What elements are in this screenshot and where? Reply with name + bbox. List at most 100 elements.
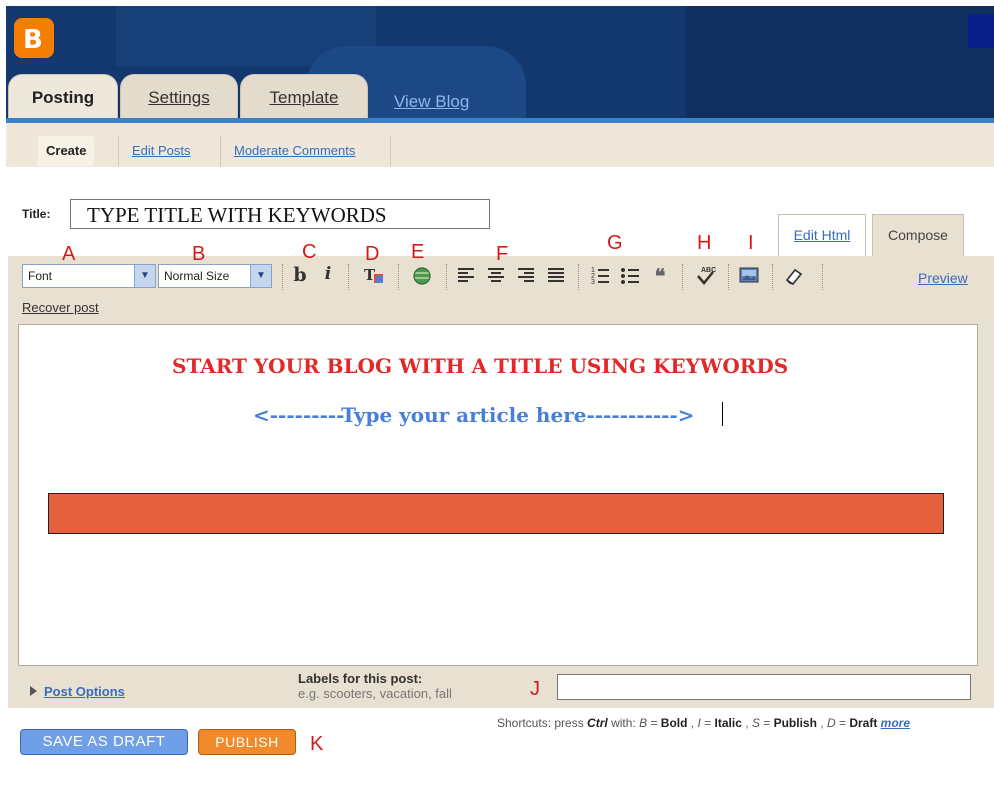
publish-button[interactable]: PUBLISH xyxy=(198,729,296,755)
subtab-moderate-comments[interactable]: Moderate Comments xyxy=(226,136,363,166)
size-select[interactable]: Normal Size ▼ xyxy=(158,264,272,288)
subnav-divider xyxy=(220,136,221,166)
annotation-letter: D xyxy=(365,243,380,265)
shortcuts-text: with: xyxy=(611,716,636,730)
font-select[interactable]: Font ▼ xyxy=(22,264,156,288)
shortcuts-text: Shortcuts: press xyxy=(497,716,584,730)
more-shortcuts-link[interactable]: more xyxy=(881,716,910,730)
toolbar-separator xyxy=(822,264,824,290)
italic-button[interactable]: i xyxy=(318,264,338,288)
shortcut-key: B xyxy=(639,716,648,730)
chevron-down-icon: ▼ xyxy=(134,265,155,287)
toolbar-separator xyxy=(446,264,448,290)
subnav-divider xyxy=(118,136,119,166)
annotation-letter: K xyxy=(310,733,324,755)
tab-posting[interactable]: Posting xyxy=(8,74,118,122)
align-right-button[interactable] xyxy=(514,264,538,288)
title-input[interactable]: TYPE TITLE WITH KEYWORDS xyxy=(70,199,490,229)
justify-button[interactable] xyxy=(544,264,568,288)
logo-glyph: B xyxy=(23,25,43,55)
annotation-letter: C xyxy=(302,241,317,263)
font-select-value: Font xyxy=(28,269,53,283)
toolbar-separator xyxy=(772,264,774,290)
align-center-button[interactable] xyxy=(484,264,508,288)
svg-text:ABC: ABC xyxy=(701,267,716,274)
annotation-letter: F xyxy=(496,243,509,265)
post-options-link[interactable]: Post Options xyxy=(44,684,125,699)
blockquote-button[interactable]: ❝ xyxy=(648,264,672,288)
link-button[interactable] xyxy=(408,264,436,288)
shortcut-label: Italic xyxy=(714,716,742,730)
quote-icon: ❝ xyxy=(654,264,666,288)
tab-template[interactable]: Template xyxy=(240,74,368,120)
annotation-letter: B xyxy=(192,243,206,265)
annotation-letter: H xyxy=(697,232,712,254)
recover-post-link[interactable]: Recover post xyxy=(22,300,99,315)
compose-tab[interactable]: Compose xyxy=(872,214,964,258)
link-globe-icon xyxy=(413,267,431,285)
justify-icon xyxy=(548,268,564,282)
text-color-button[interactable]: T xyxy=(360,264,388,288)
red-highlight-bar xyxy=(48,493,944,534)
expand-triangle-icon xyxy=(30,686,37,696)
toolbar-separator xyxy=(578,264,580,290)
align-left-icon xyxy=(458,268,474,282)
labels-title: Labels for this post: xyxy=(298,671,423,686)
header-decoration xyxy=(686,6,994,120)
toolbar-separator xyxy=(348,264,350,290)
bold-button[interactable]: b xyxy=(290,264,310,288)
header-corner-block xyxy=(968,14,994,48)
text-color-icon: T xyxy=(364,266,383,284)
annotation-letter: G xyxy=(607,232,623,254)
spellcheck-icon: ABC xyxy=(697,267,716,285)
toolbar-separator xyxy=(282,264,284,290)
size-select-value: Normal Size xyxy=(164,269,230,283)
annotation-letter: J xyxy=(530,678,540,700)
blogger-logo-icon[interactable]: B xyxy=(14,18,54,58)
edit-html-tab[interactable]: Edit Html xyxy=(778,214,866,258)
shortcut-key: I xyxy=(697,716,701,730)
bullet-list-button[interactable] xyxy=(618,264,642,288)
bullet-list-icon xyxy=(621,268,639,284)
content-article-placeholder: <---------Type your article here--------… xyxy=(253,403,695,427)
save-as-draft-button[interactable]: SAVE AS DRAFT xyxy=(20,729,188,755)
keyboard-shortcuts-hint: Shortcuts: press Ctrl with: B = Bold , I… xyxy=(497,716,911,730)
annotation-letter: E xyxy=(411,241,425,263)
shortcut-key: D xyxy=(826,716,836,730)
subtab-edit-posts[interactable]: Edit Posts xyxy=(124,136,199,166)
remove-formatting-button[interactable] xyxy=(780,264,806,288)
text-caret xyxy=(722,402,723,426)
tab-label: Template xyxy=(269,88,339,107)
numbered-list-icon: 123 xyxy=(591,267,609,286)
align-left-button[interactable] xyxy=(454,264,478,288)
tab-label: Posting xyxy=(31,88,95,107)
tab-label: Settings xyxy=(148,88,210,107)
content-headline: START YOUR BLOG WITH A TITLE USING KEYWO… xyxy=(172,354,789,378)
shortcut-label: Publish xyxy=(773,716,817,730)
svg-text:3: 3 xyxy=(591,279,595,286)
annotation-letter: I xyxy=(748,232,754,254)
labels-input[interactable] xyxy=(557,674,971,700)
image-icon xyxy=(739,267,759,283)
view-blog-link[interactable]: View Blog xyxy=(394,92,469,112)
numbered-list-button[interactable]: 123 xyxy=(588,264,612,288)
toolbar-separator xyxy=(398,264,400,290)
align-right-icon xyxy=(518,268,534,282)
insert-image-button[interactable] xyxy=(736,264,762,288)
chevron-down-icon: ▼ xyxy=(250,265,271,287)
tab-settings[interactable]: Settings xyxy=(120,74,238,120)
shortcuts-ctrl: Ctrl xyxy=(587,716,608,730)
labels-example: e.g. scooters, vacation, fall xyxy=(298,686,452,701)
shortcut-label: Bold xyxy=(660,716,688,730)
subnav-divider xyxy=(390,136,391,166)
annotation-letter: A xyxy=(62,243,76,265)
spellcheck-button[interactable]: ABC xyxy=(692,264,718,288)
shortcut-key: S xyxy=(751,716,760,730)
preview-link[interactable]: Preview xyxy=(918,270,968,286)
title-label: Title: xyxy=(22,207,51,221)
align-center-icon xyxy=(488,268,504,282)
toolbar-separator xyxy=(682,264,684,290)
subtab-create[interactable]: Create xyxy=(38,136,95,166)
shortcut-label: Draft xyxy=(849,716,878,730)
toolbar-separator xyxy=(728,264,730,290)
